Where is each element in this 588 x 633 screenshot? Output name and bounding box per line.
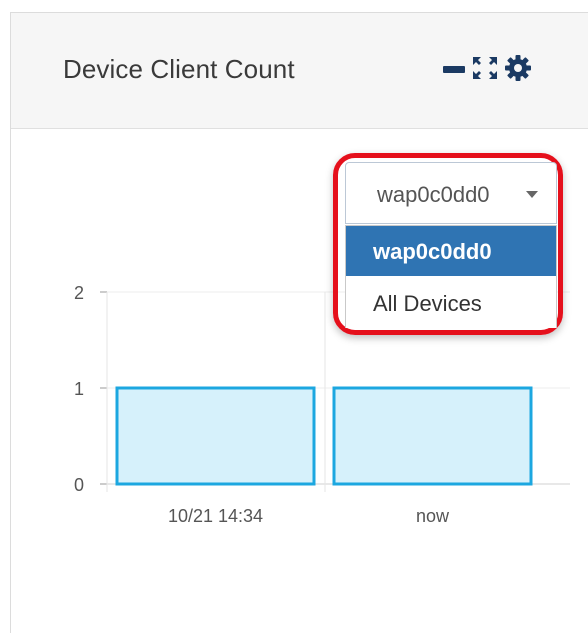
device-select[interactable]: wap0c0dd0 [345,162,557,224]
menu-item-wap0c0dd0[interactable]: wap0c0dd0 [346,226,556,276]
x-tick-label: now [416,506,450,526]
y-tick-label: 1 [74,379,84,399]
bar [115,386,316,486]
device-select-menu: wap0c0dd0 All Devices [345,225,557,328]
menu-item-all-devices[interactable]: All Devices [346,278,556,328]
caret-down-icon [526,191,538,198]
menu-item-label: wap0c0dd0 [373,239,492,264]
bar [332,386,533,486]
device-select-value: wap0c0dd0 [377,182,490,207]
x-tick-label: 10/21 14:34 [168,506,263,526]
y-tick-label: 2 [74,283,84,303]
chart-bars [115,386,533,486]
menu-item-label: All Devices [373,291,482,316]
y-tick-label: 0 [74,475,84,495]
